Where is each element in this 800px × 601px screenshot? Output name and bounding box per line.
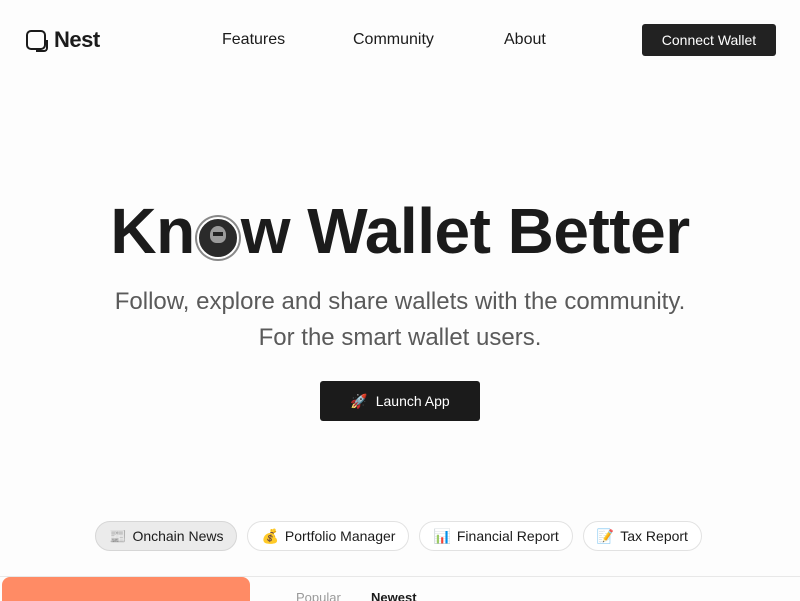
money-bag-icon: 💰 [261,527,279,544]
hero-subtitle-line2: For the smart wallet users. [258,324,542,351]
rocket-icon: 🚀 [350,392,368,409]
tab-popular[interactable]: Popular [296,590,341,601]
bar-chart-icon: 📊 [433,527,451,544]
nav-about[interactable]: About [504,31,546,49]
pill-label: Financial Report [456,528,559,544]
newspaper-icon: 📰 [109,527,127,544]
pill-onchain-news[interactable]: 📰 Onchain News [95,521,238,551]
pill-tax-report[interactable]: 📝 Tax Report [582,521,702,551]
pill-label: Onchain News [132,528,224,544]
launch-app-button[interactable]: 🚀 Launch App [320,381,480,421]
hero-title: Kn w Wallet Better [0,196,800,266]
memo-icon: 📝 [596,527,615,544]
nav-features[interactable]: Features [222,31,285,49]
connect-wallet-button[interactable]: Connect Wallet [642,24,776,56]
pill-label: Tax Report [620,528,688,544]
nav-community[interactable]: Community [353,31,434,49]
hero-title-start: Kn [110,195,195,267]
feature-pills: 📰 Onchain News 💰 Portfolio Manager 📊 Fin… [95,521,702,551]
avatar-icon [196,217,239,259]
app-preview: Popular Newest [0,576,800,601]
tab-newest[interactable]: Newest [371,590,417,601]
pill-label: Portfolio Manager [284,528,396,544]
hero-subtitle-line1: Follow, explore and share wallets with t… [114,288,686,315]
brand-logo[interactable]: Nest [26,27,100,53]
hero-title-end: w Wallet Better [240,195,690,267]
preview-accent-panel [2,577,250,601]
brand-name: Nest [54,27,100,52]
pill-financial-report[interactable]: 📊 Financial Report [419,521,573,551]
logo-mark-icon [26,30,48,52]
launch-app-label: Launch App [375,393,450,409]
pill-portfolio-manager[interactable]: 💰 Portfolio Manager [247,521,410,551]
